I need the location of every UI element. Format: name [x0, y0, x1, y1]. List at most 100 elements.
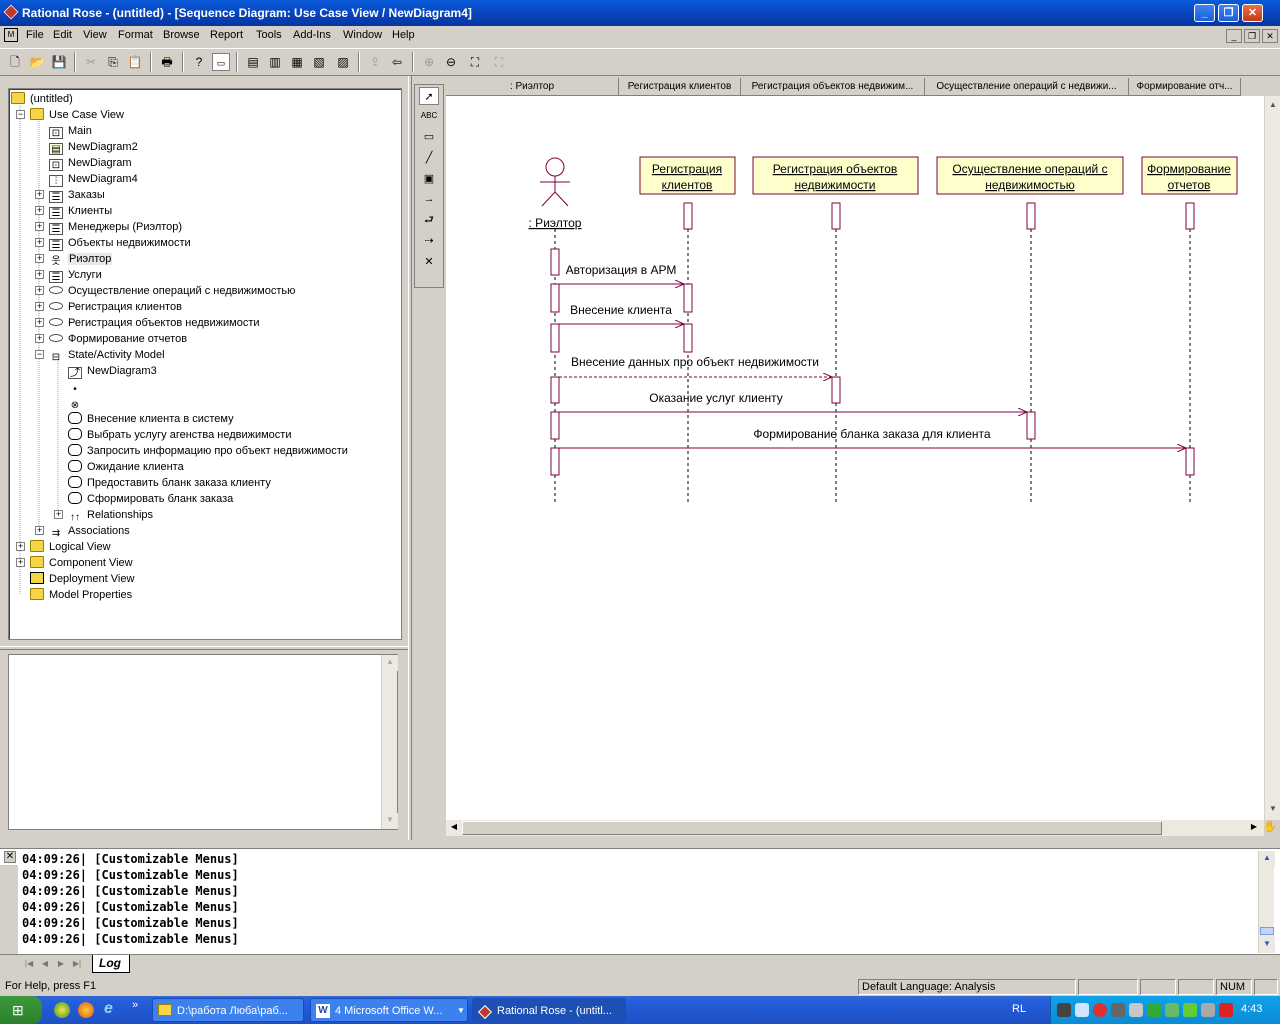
scroll-thumb[interactable]	[462, 821, 1162, 835]
expand-icon[interactable]: +	[35, 526, 44, 535]
print-icon[interactable]: 🖶	[158, 53, 176, 71]
expand-icon[interactable]: +	[35, 318, 44, 327]
actor-rieltor-figure[interactable]	[540, 157, 570, 207]
undo-fit-icon[interactable]: ⛶	[490, 53, 508, 71]
restore-button[interactable]: ❐	[1218, 4, 1239, 22]
return-message-tool-icon[interactable]: ⇢	[419, 232, 439, 250]
sequence-diagram-canvas[interactable]: : Риэлтор Регистрация клиентов Регистрац…	[446, 96, 1264, 820]
header-reg-obektov[interactable]: Регистрация объектов недвижим...	[741, 78, 925, 96]
start-button[interactable]: ⊞	[0, 996, 42, 1024]
tree-state-activity-model[interactable]: ⊟ State/Activity Model	[49, 347, 165, 363]
tree-class-zakazy[interactable]: ☰ Заказы	[49, 187, 105, 203]
tray-flash-icon[interactable]	[1219, 1003, 1233, 1017]
tree-root[interactable]: (untitled)	[11, 91, 73, 107]
language-indicator[interactable]: RL	[1012, 1003, 1026, 1015]
tree-usecase-reg-klient[interactable]: Регистрация клиентов	[49, 299, 182, 315]
tree-usecase-reg-obekt[interactable]: Регистрация объектов недвижимости	[49, 315, 260, 331]
tree-usecase-form[interactable]: Формирование отчетов	[49, 331, 187, 347]
tree-activity-1[interactable]: Внесение клиента в систему	[68, 411, 234, 427]
tree-start-state[interactable]: •	[68, 379, 87, 395]
expand-icon[interactable]: +	[35, 206, 44, 215]
zoom-out-icon[interactable]: ⊖	[442, 53, 460, 71]
expand-icon[interactable]: +	[35, 238, 44, 247]
diagram-vertical-scrollbar[interactable]: ▲ ▼	[1264, 96, 1280, 820]
prev-tab-icon[interactable]: ◀	[38, 957, 52, 971]
firefox-icon[interactable]	[78, 1002, 94, 1018]
browse-component-diagram-icon[interactable]: ▦	[288, 53, 306, 71]
header-rieltor[interactable]: : Риэлтор	[446, 78, 619, 96]
tray-security-icon[interactable]	[1165, 1003, 1179, 1017]
documentation-window[interactable]: ▲ ▼	[8, 654, 398, 830]
tree-end-state[interactable]: ⊗	[68, 395, 87, 411]
browse-previous-diagram-icon[interactable]: ⇦	[388, 53, 406, 71]
mdi-minimize-button[interactable]: _	[1226, 29, 1242, 43]
expand-icon[interactable]: +	[54, 510, 63, 519]
menu-addins[interactable]: Add-Ins	[293, 29, 331, 41]
menu-browse[interactable]: Browse	[163, 29, 200, 41]
scroll-down-icon[interactable]: ▼	[382, 813, 398, 829]
expand-icon[interactable]: +	[35, 254, 44, 263]
object-message-tool-icon[interactable]: →	[419, 190, 439, 208]
browse-class-diagram-icon[interactable]: ▤	[244, 53, 262, 71]
app-icon[interactable]	[3, 4, 19, 20]
menu-file[interactable]: File	[26, 29, 44, 41]
menu-view[interactable]: View	[83, 29, 107, 41]
tree-newdiagram[interactable]: ⊡ NewDiagram	[49, 155, 132, 171]
message-label[interactable]: Авторизация в АРМ	[566, 263, 677, 277]
menu-edit[interactable]: Edit	[53, 29, 72, 41]
message-label[interactable]: Формирование бланка заказа для клиента	[753, 427, 991, 441]
scroll-up-icon[interactable]: ▲	[1265, 98, 1280, 114]
menu-report[interactable]: Report	[210, 29, 243, 41]
browser-doc-splitter[interactable]	[0, 646, 408, 650]
task-folder[interactable]: D:\работа Люба\раб...	[152, 998, 304, 1022]
expand-icon[interactable]: +	[35, 190, 44, 199]
minimize-button[interactable]: _	[1194, 4, 1215, 22]
menu-format[interactable]: Format	[118, 29, 153, 41]
paste-icon[interactable]: 📋	[126, 53, 144, 71]
new-icon[interactable]: 🗋	[6, 53, 24, 71]
scroll-thumb[interactable]	[1260, 927, 1274, 935]
collapse-icon[interactable]: −	[35, 350, 44, 359]
scroll-left-icon[interactable]: ◀	[446, 820, 462, 836]
log-scrollbar[interactable]: ▲ ▼	[1258, 851, 1275, 953]
mdi-close-button[interactable]: ✕	[1262, 29, 1278, 43]
browse-state-diagram-icon[interactable]: ▧	[310, 53, 328, 71]
last-tab-icon[interactable]: ▶|	[70, 957, 84, 971]
tree-class-menedzhery[interactable]: ☰ Менеджеры (Риэлтор)	[49, 219, 182, 235]
tray-printer-icon[interactable]	[1111, 1003, 1125, 1017]
tray-volume-icon[interactable]	[1129, 1003, 1143, 1017]
tree-activity-6[interactable]: Сформировать бланк заказа	[68, 491, 233, 507]
browse-interaction-diagram-icon[interactable]: ▥	[266, 53, 284, 71]
object-reg-obektov[interactable]: Регистрация объектов недвижимости	[752, 156, 919, 195]
tree-newdiagram4[interactable]: ⫶ NewDiagram4	[49, 171, 138, 187]
quicklaunch-more-icon[interactable]: »	[132, 999, 138, 1011]
tray-opera-icon[interactable]	[1093, 1003, 1107, 1017]
open-icon[interactable]: 📂	[28, 53, 46, 71]
expand-icon[interactable]: +	[16, 542, 25, 551]
scroll-up-icon[interactable]: ▲	[1259, 851, 1275, 867]
tree-activity-3[interactable]: Запросить информацию про объект недвижим…	[68, 443, 348, 459]
tree-main[interactable]: ⊡ Main	[49, 123, 92, 139]
message-label[interactable]: Внесение данных про объект недвижимости	[571, 355, 819, 369]
context-help-icon[interactable]: ?	[190, 53, 208, 71]
message-label[interactable]: Оказание услуг клиенту	[649, 391, 783, 405]
object-form[interactable]: Формирование отчетов	[1141, 156, 1238, 195]
browse-deployment-diagram-icon[interactable]: ▨	[334, 53, 352, 71]
tray-monitor-icon[interactable]	[1057, 1003, 1071, 1017]
scroll-right-icon[interactable]: ▶	[1246, 820, 1262, 836]
document-system-icon[interactable]: M	[4, 28, 18, 42]
log-close-icon[interactable]: ✕	[4, 851, 16, 863]
mdi-restore-button[interactable]: ❐	[1244, 29, 1260, 43]
object-reg-klientov[interactable]: Регистрация клиентов	[639, 156, 736, 195]
doc-scrollbar[interactable]: ▲ ▼	[381, 655, 398, 829]
tray-usb-icon[interactable]	[1201, 1003, 1215, 1017]
expand-icon[interactable]: +	[16, 558, 25, 567]
message-label[interactable]: Внесение клиента	[570, 303, 672, 317]
tray-kaspersky-icon[interactable]	[1183, 1003, 1197, 1017]
tree-component-view[interactable]: Component View	[30, 555, 133, 571]
view-doc-window-icon[interactable]: ▭	[212, 53, 230, 71]
browser-quicklaunch-icon[interactable]	[54, 1002, 70, 1018]
menu-window[interactable]: Window	[343, 29, 382, 41]
text-box-tool-icon[interactable]: ABC	[419, 107, 439, 125]
task-word[interactable]: W 4 Microsoft Office W... ▼	[310, 998, 468, 1022]
